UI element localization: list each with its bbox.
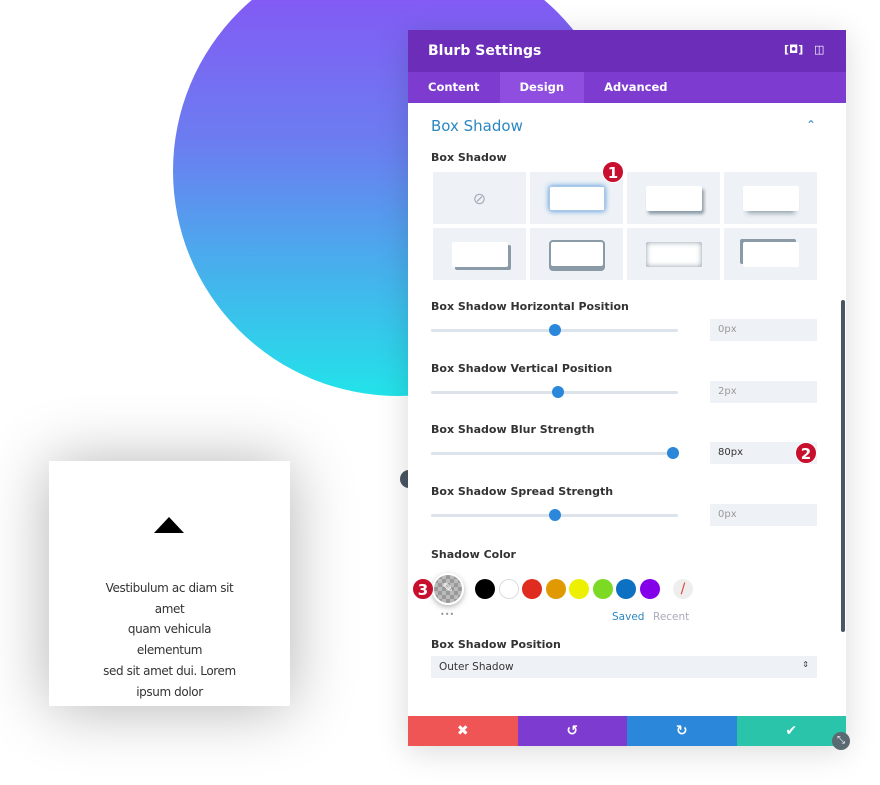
slider-handle[interactable] <box>548 509 561 522</box>
blurb-text: Vestibulum ac diam sit amet quam vehicul… <box>49 578 290 702</box>
panel-footer: ✖ ↺ ↻ ✔ <box>408 716 846 746</box>
sidebar-toggle-icon[interactable]: ◫ <box>814 43 824 56</box>
settings-panel: Blurb Settings [◘] ◫ Content Design Adva… <box>408 30 850 750</box>
preset-3[interactable] <box>724 172 817 224</box>
position-select[interactable]: Outer Shadow ⇕ <box>431 656 817 678</box>
shadow-color-label: Shadow Color <box>431 548 516 561</box>
slider-track[interactable] <box>431 509 678 522</box>
tab-content[interactable]: Content <box>408 72 500 103</box>
fullscreen-icon[interactable]: [◘] <box>784 43 803 56</box>
box-shadow-label: Box Shadow <box>431 151 507 164</box>
blurb-line: quam vehicula elementum <box>127 622 212 658</box>
step-badge: 1 <box>602 161 624 183</box>
slider-value-input[interactable]: 0px <box>710 504 817 527</box>
slider-label: Box Shadow Horizontal Position <box>431 300 629 313</box>
position-label: Box Shadow Position <box>431 638 561 651</box>
shadow-presets: ⊘ <box>433 172 817 280</box>
step-badge: 2 <box>795 442 817 464</box>
tab-design[interactable]: Design <box>499 72 585 103</box>
slider-track[interactable] <box>431 324 678 336</box>
resize-icon[interactable]: ⤡ <box>832 732 850 750</box>
slider-handle[interactable] <box>667 447 680 460</box>
preset-2[interactable] <box>627 172 720 224</box>
step-badge: 3 <box>412 578 434 600</box>
select-arrows-icon: ⇕ <box>802 660 809 669</box>
save-button[interactable]: ✔ <box>736 716 846 746</box>
chevron-up-icon[interactable]: ⌃ <box>806 118 816 132</box>
slider-track[interactable] <box>431 447 680 460</box>
color-swatch[interactable] <box>616 579 636 599</box>
scrollbar[interactable] <box>841 300 845 632</box>
clear-color-swatch[interactable]: / <box>673 579 693 599</box>
recent-colors-tab[interactable]: Recent <box>653 611 689 623</box>
color-swatch[interactable] <box>545 579 566 599</box>
color-swatch[interactable] <box>569 579 589 599</box>
more-colors-icon[interactable]: ••• <box>440 610 454 619</box>
slider-label: Box Shadow Spread Strength <box>431 485 614 499</box>
preset-5[interactable] <box>530 228 623 280</box>
tab-bar: Content Design Advanced <box>408 72 846 103</box>
blurb-line: sed sit amet dui. Lorem <box>103 663 236 678</box>
blurb-line: ipsum dolor <box>136 684 203 699</box>
preset-7[interactable] <box>724 228 817 280</box>
arrow-up-icon <box>154 517 184 533</box>
color-swatch[interactable] <box>592 579 613 599</box>
slider-track[interactable] <box>431 385 678 398</box>
preset-6[interactable] <box>627 228 720 280</box>
preset-none[interactable]: ⊘ <box>433 172 526 224</box>
slider-handle[interactable] <box>552 385 565 398</box>
slider-value-input[interactable]: 2px <box>710 380 817 403</box>
color-swatch[interactable] <box>639 579 660 599</box>
color-swatch[interactable] <box>498 579 519 599</box>
slider-handle[interactable] <box>548 324 561 336</box>
none-icon: ⊘ <box>472 188 487 208</box>
slider-value-input[interactable]: 0px <box>710 319 817 341</box>
tab-advanced[interactable]: Advanced <box>584 72 687 103</box>
eyedropper-icon[interactable]: ✎ <box>432 573 464 605</box>
blurb-line: Vestibulum ac diam sit amet <box>105 581 234 616</box>
panel-title: Blurb Settings <box>428 43 542 59</box>
position-value: Outer Shadow <box>439 661 514 673</box>
color-swatch[interactable] <box>475 579 495 599</box>
saved-colors-tab[interactable]: Saved <box>612 611 644 623</box>
cancel-button[interactable]: ✖ <box>408 716 518 746</box>
slider-label: Box Shadow Blur Strength <box>431 423 595 437</box>
panel-header: Blurb Settings [◘] ◫ <box>408 30 846 72</box>
preset-4[interactable] <box>433 228 526 280</box>
redo-button[interactable]: ↻ <box>627 716 737 746</box>
section-title[interactable]: Box Shadow <box>431 117 523 135</box>
color-swatch[interactable] <box>522 579 542 599</box>
undo-button[interactable]: ↺ <box>517 716 627 746</box>
slider-label: Box Shadow Vertical Position <box>431 361 613 375</box>
